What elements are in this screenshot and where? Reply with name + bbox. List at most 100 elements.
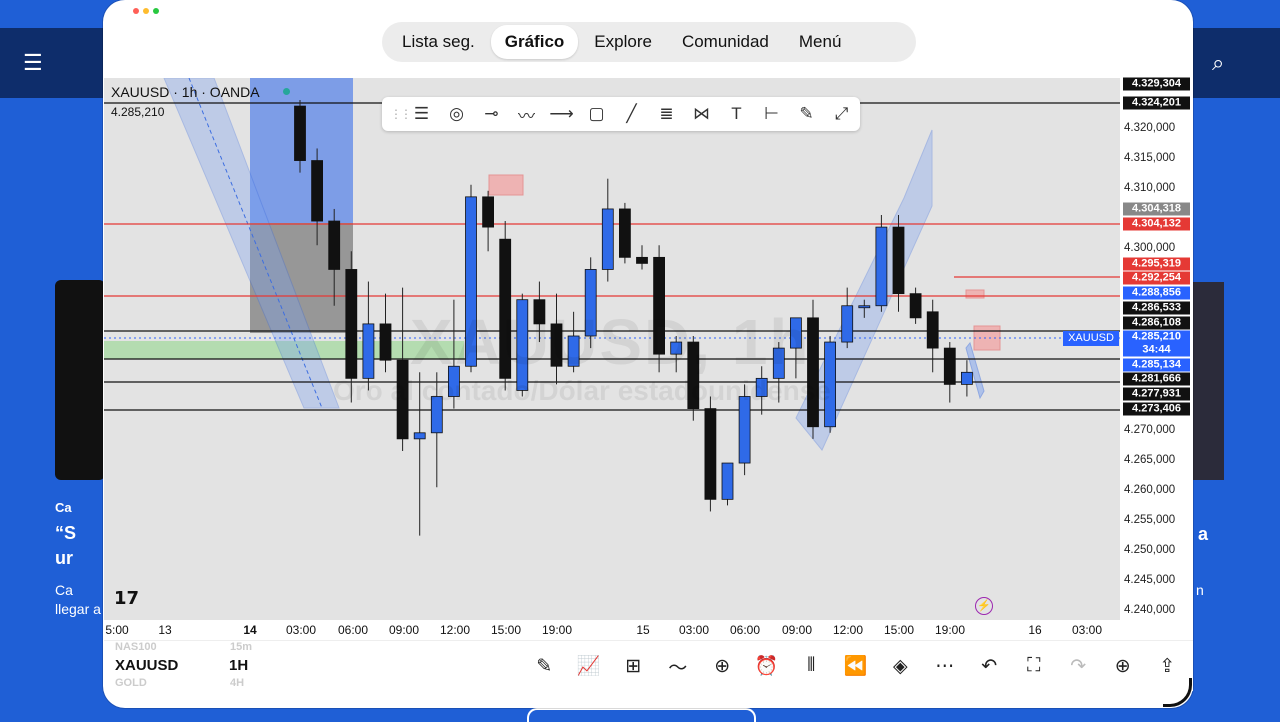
price-tag: 4.304,318 (1123, 202, 1190, 216)
add-icon[interactable]: ⊕ (700, 653, 745, 679)
background-text: Ca (55, 500, 72, 515)
drag-handle-icon[interactable]: ⋮⋮ (390, 107, 412, 121)
redo-icon[interactable]: ↷ (1056, 653, 1101, 679)
layers-icon[interactable]: ◈ (878, 653, 923, 679)
bearish-candle[interactable] (619, 208, 631, 258)
maximize-dot-icon[interactable] (153, 8, 159, 14)
window-controls[interactable] (122, 2, 170, 20)
bearish-candle[interactable] (328, 220, 341, 270)
ghost-symbol: NAS100 (115, 641, 157, 653)
time-tick-label: 13 (158, 623, 172, 637)
brush-icon[interactable]: ✎ (795, 103, 818, 126)
path-icon[interactable]: 〰 (515, 103, 538, 126)
bullish-candle[interactable] (875, 226, 888, 307)
candles-icon[interactable]: ⫴ (789, 653, 834, 679)
tab-explore[interactable]: Explore (580, 25, 666, 59)
price-tag: 4.329,304 (1123, 77, 1190, 91)
projection-icon[interactable]: ⤢ (830, 103, 853, 126)
time-tick-label: 15 (636, 623, 650, 637)
drawing-toolbar: ⋮⋮ ☰ ◎ ⊸ 〰 ⟶ ▢ ╱ ≣ ⋈ T ⊢ ✎ ⤢ (382, 97, 860, 131)
price-axis[interactable]: 4.320,000 4.315,000 4.310,000 4.300,000 4.27… (1120, 77, 1193, 620)
pattern-icon[interactable]: ⋈ (690, 103, 713, 126)
compare-icon[interactable]: 〜 (656, 653, 701, 679)
close-dot-icon[interactable] (133, 8, 139, 14)
symbol-legend[interactable]: XAUUSD · 1h · OANDA (111, 84, 260, 100)
bullish-candle[interactable] (413, 432, 426, 440)
bearish-candle[interactable] (704, 408, 717, 500)
bearish-candle[interactable] (379, 323, 392, 361)
ghost-timeframe: 15m (230, 641, 253, 653)
symbol-selector[interactable]: XAUUSD (115, 657, 178, 674)
bearish-candle[interactable] (294, 105, 306, 161)
time-tick-label: 15:00 (490, 623, 522, 637)
fullscreen-icon[interactable]: ⛶ (1012, 653, 1057, 679)
time-tick-label: 03:00 (678, 623, 710, 637)
resize-handle-icon[interactable] (1163, 678, 1192, 707)
background-menu-icon: ☰ (23, 50, 43, 75)
tradingview-logo-icon[interactable]: 𝟭𝟳 (114, 588, 139, 609)
minimize-dot-icon[interactable] (143, 8, 149, 14)
tab-chart[interactable]: Gráfico (490, 25, 579, 59)
time-tick-label: 03:00 (1071, 623, 1103, 637)
bullish-candle[interactable] (961, 371, 973, 385)
bearish-candle[interactable] (909, 293, 922, 319)
bottom-toolbar: NAS100 GOLD 15m 4H XAUUSD 1H ✎ 📈 ⊞ 〜 ⊕ ⏰… (104, 640, 1193, 691)
horizontal-ray-icon[interactable]: ⟶ (549, 103, 573, 126)
background-search-icon: ⌕ (1212, 50, 1225, 75)
price-tag: 4.273,406 (1123, 402, 1190, 416)
text-icon[interactable]: T (725, 103, 748, 126)
ray-icon[interactable]: ⊸ (480, 103, 503, 126)
share-icon[interactable]: ⇪ (1145, 653, 1190, 679)
bearish-candle[interactable] (943, 347, 956, 385)
price-tag: 4.304,132 (1123, 217, 1190, 231)
fib-icon[interactable]: ≣ (655, 103, 678, 126)
bearish-candle[interactable] (345, 269, 358, 379)
more-icon[interactable]: ⋯ (923, 653, 968, 679)
background-card-right (1190, 282, 1224, 480)
horizontal-lines-icon[interactable]: ☰ (410, 103, 433, 126)
tab-community[interactable]: Comunidad (668, 25, 783, 59)
price-tick-label: 4.310,000 (1124, 182, 1176, 194)
bearish-candle[interactable] (482, 196, 495, 228)
market-open-icon (283, 88, 290, 95)
price-tag: 4.285,134 (1123, 358, 1190, 372)
tab-menu[interactable]: Menú (785, 25, 856, 59)
time-tick-label: 12:00 (439, 623, 471, 637)
bearish-candle[interactable] (311, 160, 324, 222)
bottom-icon-row: ✎ 📈 ⊞ 〜 ⊕ ⏰ ⫴ ⏪ ◈ ⋯ ↶ ⛶ ↷ ⊕ ⇪ (522, 653, 1190, 679)
time-axis[interactable]: 5:00 13 14 03:00 06:00 09:00 12:00 15:00 19:00 15… (104, 620, 1193, 640)
lightning-icon[interactable]: ⚡ (975, 597, 993, 615)
price-tag: 34:44 (1123, 343, 1190, 357)
small-channel-drawing (965, 341, 985, 400)
bearish-candle[interactable] (892, 226, 905, 295)
symbol-price-tag: XAUUSD (1063, 331, 1119, 346)
undo-icon[interactable]: ↶ (967, 653, 1012, 679)
price-tick-label: 4.270,000 (1124, 424, 1176, 436)
alert-clock-icon[interactable]: ⏰ (745, 653, 790, 679)
measure-icon[interactable]: ⊢ (760, 103, 783, 126)
timeframe-selector[interactable]: 1H (229, 657, 248, 674)
price-tick-label: 4.255,000 (1124, 514, 1176, 526)
trend-line-icon[interactable]: ╱ (620, 103, 643, 126)
price-tag: 4.286,108 (1123, 316, 1190, 330)
bullish-candle[interactable] (841, 305, 854, 343)
circle-target-icon[interactable]: ◎ (445, 103, 468, 126)
bearish-candle[interactable] (926, 311, 939, 349)
pencil-icon[interactable]: ✎ (522, 653, 567, 679)
background-card-left (55, 280, 105, 480)
bearish-candle[interactable] (636, 256, 648, 264)
rectangle-icon[interactable]: ▢ (585, 103, 608, 126)
bullish-candle[interactable] (858, 305, 871, 309)
bullish-candle[interactable] (601, 208, 614, 270)
add-symbol-icon[interactable]: ⊕ (1101, 653, 1146, 679)
layout-grid-icon[interactable]: ⊞ (611, 653, 656, 679)
background-text: a (1198, 524, 1209, 544)
indicators-icon[interactable]: 📈 (567, 653, 612, 679)
red-box-drawing (973, 325, 1001, 351)
price-tag: 4.324,201 (1123, 96, 1190, 110)
bullish-candle[interactable] (362, 323, 375, 379)
bullish-candle[interactable] (721, 462, 734, 500)
replay-icon[interactable]: ⏪ (834, 653, 879, 679)
tab-watchlist[interactable]: Lista seg. (388, 25, 489, 59)
red-box-drawing (488, 174, 524, 196)
